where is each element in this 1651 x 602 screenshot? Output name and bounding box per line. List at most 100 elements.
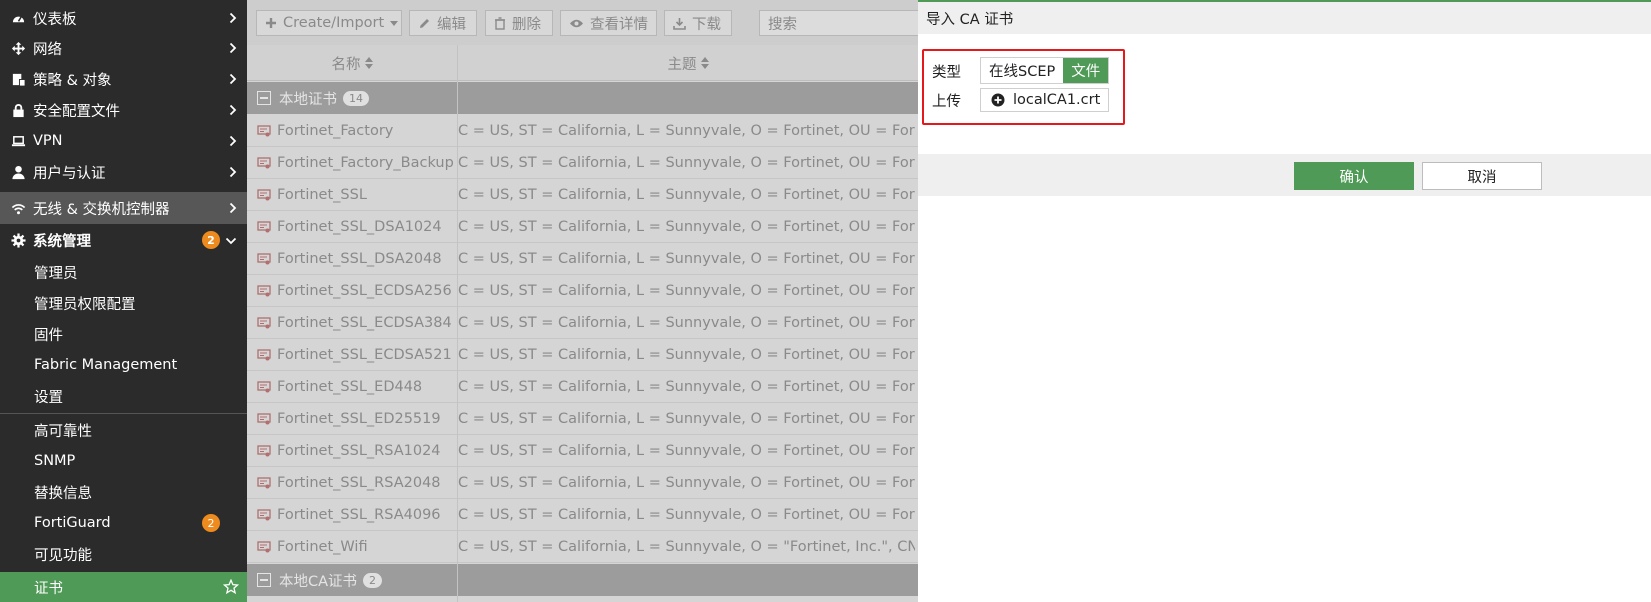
group-label: 本地证书: [279, 91, 337, 108]
sidebar-item-system[interactable]: 系统管理 2: [0, 225, 247, 256]
cell-name: Fortinet_SSL_ECDSA521: [257, 339, 452, 371]
sidebar-item-dashboard[interactable]: 仪表板: [0, 3, 247, 33]
sidebar-item-users[interactable]: 用户与认证: [0, 157, 247, 187]
edit-button[interactable]: 编辑: [409, 10, 477, 36]
group-count-badge: 2: [363, 572, 383, 588]
gear-icon: [10, 233, 26, 249]
collapse-icon[interactable]: [257, 91, 271, 105]
download-button[interactable]: 下载: [664, 10, 732, 36]
cert-name: Fortinet_SSL_DSA1024: [277, 219, 442, 235]
sidebar-subitem-fortiguard[interactable]: FortiGuard 2: [0, 508, 247, 538]
certificate-list-panel: Create/Import 编辑 删除 查看详情 下载 搜索 名称 主题 本地证…: [247, 0, 918, 602]
sidebar-subitem-feature-visibility[interactable]: 可见功能: [0, 539, 247, 569]
create-import-button[interactable]: Create/Import: [256, 10, 402, 36]
cell-name: Fortinet_Factory_Backup: [257, 147, 454, 179]
type-option-scep[interactable]: 在线SCEP: [981, 58, 1064, 83]
sidebar-item-label: 安全配置文件: [33, 103, 120, 120]
certificate-icon: [257, 284, 271, 298]
sidebar-item-label: 仪表板: [33, 11, 77, 28]
cell-subject: C = US, ST = California, L = Sunnyvale, …: [458, 187, 915, 203]
delete-button[interactable]: 删除: [485, 10, 553, 36]
certificate-icon: [257, 220, 271, 234]
sidebar-item-vpn[interactable]: VPN: [0, 126, 247, 156]
sidebar-subitem-fabric-management[interactable]: Fabric Management: [0, 350, 247, 380]
sidebar-subitem-ha[interactable]: 高可靠性: [0, 415, 247, 445]
group-row-local-certificates[interactable]: 本地证书 14: [247, 82, 918, 114]
sidebar-subitem-label: 管理员: [34, 265, 78, 282]
laptop-icon: [10, 133, 26, 149]
import-ca-certificate-dialog: 导入 CA 证书 类型 在线SCEP 文件 上传 localCA1.crt 确认…: [918, 0, 1651, 602]
table-row[interactable]: Fortinet_SSL_ECDSA384 C = US, ST = Califo…: [247, 307, 918, 339]
cell-subject: C = US, ST = California, L = Sunnyvale, …: [458, 411, 915, 427]
delete-label: 删除: [512, 16, 541, 33]
cell-subject: C = US, ST = California, L = Sunnyvale, …: [458, 475, 915, 491]
cancel-button[interactable]: 取消: [1422, 162, 1542, 190]
column-header-subject[interactable]: 主题: [458, 45, 918, 81]
group-count-badge: 14: [343, 90, 369, 106]
table-row[interactable]: Fortinet_SSL_RSA2048 C = US, ST = Califor…: [247, 467, 918, 499]
upload-label: 上传: [932, 94, 961, 110]
cert-name: Fortinet_Wifi: [277, 539, 368, 555]
certificate-icon: [257, 508, 271, 522]
sidebar-item-wifi-switch[interactable]: 无线 & 交换机控制器: [0, 192, 247, 224]
star-icon[interactable]: [223, 579, 239, 595]
certificate-icon: [257, 348, 271, 362]
table-row[interactable]: Fortinet_SSL C = US, ST = California, L =…: [247, 179, 918, 211]
view-details-button[interactable]: 查看详情: [560, 10, 657, 36]
certificate-icon: [257, 476, 271, 490]
sidebar-subitem-admin-profiles[interactable]: 管理员权限配置: [0, 288, 247, 318]
cell-name: Fortinet_SSL_ECDSA384: [257, 307, 452, 339]
certificate-icon: [257, 124, 271, 138]
column-header-name[interactable]: 名称: [247, 45, 457, 81]
table-row[interactable]: Fortinet_Wifi C = US, ST = California, L …: [247, 531, 918, 563]
sidebar-subitem-certificates[interactable]: 证书: [0, 572, 247, 602]
column-header-label: 主题: [667, 56, 697, 73]
cell-subject: C = US, ST = California, L = Sunnyvale, …: [458, 155, 915, 171]
column-divider: [457, 45, 458, 602]
table-row[interactable]: Fortinet_SSL_ED448 C = US, ST = Californi…: [247, 371, 918, 403]
certificate-icon: [257, 380, 271, 394]
plus-icon: [265, 17, 277, 29]
table-row[interactable]: Fortinet_SSL_ECDSA256 C = US, ST = Califo…: [247, 275, 918, 307]
search-input[interactable]: 搜索: [759, 10, 918, 36]
cell-subject: C = US, ST = California, L = Sunnyvale, …: [458, 539, 915, 555]
collapse-icon[interactable]: [257, 573, 271, 587]
table-row[interactable]: Fortinet_SSL_RSA4096 C = US, ST = Califor…: [247, 499, 918, 531]
table-row[interactable]: Fortinet_SSL_DSA1024 C = US, ST = Califor…: [247, 211, 918, 243]
view-details-label: 查看详情: [590, 16, 648, 33]
sidebar-subitem-label: 固件: [34, 327, 63, 344]
sidebar-item-label: VPN: [33, 133, 63, 149]
certificate-icon: [257, 156, 271, 170]
sidebar-item-security-profiles[interactable]: 安全配置文件: [0, 95, 247, 125]
cert-name: Fortinet_SSL_ECDSA384: [277, 315, 452, 331]
sidebar-item-network[interactable]: 网络: [0, 33, 247, 63]
sidebar-subitem-firmware[interactable]: 固件: [0, 319, 247, 349]
group-row-local-ca-certificates[interactable]: 本地CA证书 2: [247, 564, 918, 596]
upload-file-name: localCA1.crt: [1013, 92, 1101, 108]
sidebar-subitem-snmp[interactable]: SNMP: [0, 446, 247, 476]
table-row[interactable]: Fortinet_SSL_ED25519 C = US, ST = Califor…: [247, 403, 918, 435]
table-header: 名称 主题: [247, 45, 918, 81]
sidebar-subitem-admins[interactable]: 管理员: [0, 257, 247, 287]
cert-name: Fortinet_SSL_DSA2048: [277, 251, 442, 267]
table-row[interactable]: Fortinet_SSL_DSA2048 C = US, ST = Califor…: [247, 243, 918, 275]
table-row[interactable]: Fortinet_SSL_RSA1024 C = US, ST = Califor…: [247, 435, 918, 467]
chevron-right-icon: [229, 64, 237, 94]
sidebar-subitem-replacement-messages[interactable]: 替换信息: [0, 477, 247, 507]
sidebar-divider: [0, 413, 247, 414]
table-row[interactable]: Fortinet_Factory C = US, ST = California,…: [247, 115, 918, 147]
cert-name: Fortinet_SSL_RSA2048: [277, 475, 441, 491]
cert-name: Fortinet_SSL_ECDSA256: [277, 283, 452, 299]
upload-file-button[interactable]: localCA1.crt: [980, 88, 1110, 112]
sidebar-item-policy[interactable]: 策略 & 对象: [0, 64, 247, 94]
table-row[interactable]: Fortinet_Factory_Backup C = US, ST = Cali…: [247, 147, 918, 179]
ok-button[interactable]: 确认: [1294, 162, 1414, 190]
cell-name: Fortinet_SSL_ED25519: [257, 403, 441, 435]
notification-badge: 2: [202, 231, 220, 249]
sidebar-subitem-settings[interactable]: 设置: [0, 381, 247, 411]
sidebar-subitem-label: 可见功能: [34, 547, 92, 564]
table-row[interactable]: Fortinet_SSL_ECDSA521 C = US, ST = Califo…: [247, 339, 918, 371]
chevron-down-icon: [225, 225, 237, 256]
cert-name: Fortinet_Factory_Backup: [277, 155, 454, 171]
type-option-file[interactable]: 文件: [1063, 58, 1109, 83]
